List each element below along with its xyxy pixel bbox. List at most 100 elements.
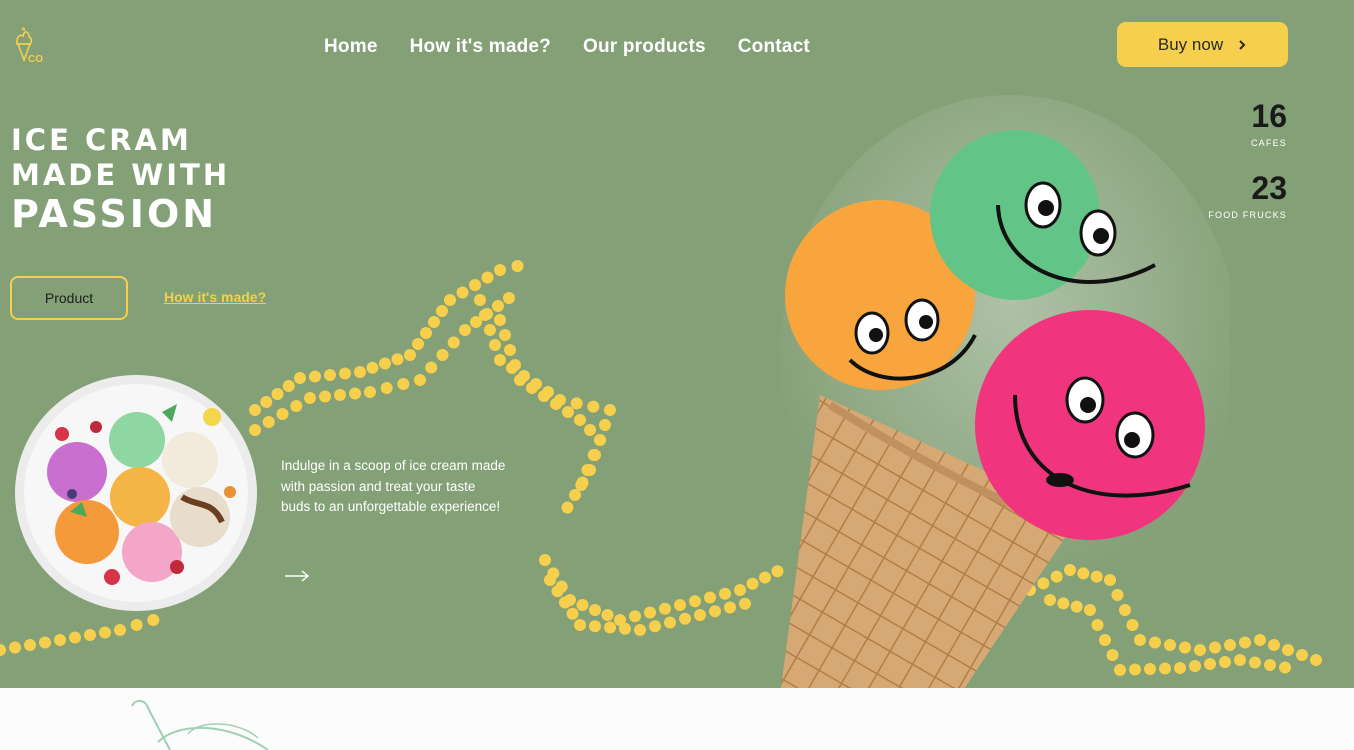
arrow-right-icon[interactable] (284, 569, 310, 583)
buy-now-label: Buy now (1157, 34, 1224, 54)
decor-dot (561, 501, 574, 514)
nav-our-products[interactable]: Our products (583, 36, 706, 58)
decor-dot (260, 396, 273, 408)
decor-dot (604, 621, 616, 634)
decor-dot (554, 394, 566, 406)
decor-dot (674, 599, 686, 611)
decor-dot (130, 619, 143, 631)
decor-dot (349, 387, 361, 400)
decor-dot (324, 369, 336, 381)
decor-dot (1296, 649, 1308, 661)
how-its-made-link[interactable]: How it's made? (164, 289, 266, 305)
decor-dot (587, 400, 600, 413)
decor-dot (649, 620, 661, 633)
decor-dot (420, 327, 432, 339)
decor-dot (412, 338, 424, 350)
decor-dot (550, 398, 562, 410)
decor-dot (282, 380, 295, 392)
decor-dot (575, 479, 588, 491)
decor-dot (339, 367, 351, 380)
nav-how-its-made[interactable]: How it's made? (410, 36, 551, 58)
decor-dot (664, 616, 676, 629)
decor-dot (494, 314, 506, 326)
decor-dot (428, 316, 440, 328)
decor-dot (644, 606, 656, 619)
decor-dot (739, 597, 751, 610)
decor-dot (704, 591, 716, 604)
decor-dot (9, 641, 21, 654)
decor-dot (581, 464, 594, 476)
decor-dot (589, 620, 601, 633)
decor-dot (414, 374, 426, 386)
decor-dot (562, 406, 574, 418)
decor-dot (587, 449, 600, 461)
decor-dot (481, 271, 494, 284)
decor-dot (84, 629, 96, 641)
decor-dot (354, 366, 366, 378)
chevron-right-icon (1239, 39, 1246, 50)
decor-dot (99, 626, 111, 639)
decor-dot (601, 609, 614, 621)
hero-description: Indulge in a scoop of ice cream made wit… (281, 458, 506, 514)
decor-dot (379, 357, 391, 370)
decor-dot (734, 584, 746, 596)
decor-dot (309, 370, 321, 383)
decor-dot (1310, 654, 1322, 666)
decor-dot (576, 476, 589, 489)
decor-dot (481, 308, 493, 320)
decor-dot (262, 416, 275, 428)
decor-dot (526, 382, 538, 394)
headline-line-2: MADE WITH (11, 158, 231, 192)
headline-line-3: PASSION (11, 192, 218, 236)
decor-dot (39, 636, 51, 649)
decor-dot (511, 260, 524, 272)
decor-dot (0, 644, 6, 656)
main-nav: Home How it's made? Our products Contact (324, 36, 810, 58)
decor-dot (629, 610, 641, 623)
decor-dot (494, 354, 506, 366)
decor-dot (530, 378, 542, 390)
decor-dot (290, 400, 303, 412)
product-button[interactable]: Product (10, 276, 128, 320)
stat-label: CAFES (1250, 138, 1287, 148)
decor-dot (69, 631, 81, 644)
decor-dot (544, 574, 556, 586)
decor-dot (1254, 634, 1266, 646)
decor-dot (380, 382, 393, 394)
decor-dot (584, 424, 596, 436)
decor-dot (294, 372, 306, 384)
nav-home[interactable]: Home (324, 36, 378, 58)
buy-now-button[interactable]: Buy now (1117, 22, 1288, 67)
headline-line-1: ICE CRAM (11, 123, 192, 157)
decor-dot (619, 622, 631, 635)
decor-dot (509, 359, 521, 371)
decor-dot (576, 599, 589, 611)
decor-dot (604, 404, 616, 416)
decor-dot (1239, 636, 1251, 649)
decor-dot (447, 336, 460, 349)
decor-dot (538, 390, 550, 402)
decor-dot (459, 324, 471, 336)
decor-dot (271, 388, 284, 400)
decor-dot (539, 554, 551, 566)
decor-dot (559, 596, 571, 609)
svg-text:CO: CO (28, 54, 43, 65)
decor-dot (479, 309, 491, 321)
next-section (0, 688, 1354, 750)
decor-dot (1268, 639, 1280, 651)
decor-dot (724, 601, 736, 614)
logo-icon[interactable]: CO (12, 26, 54, 66)
decor-dot (492, 300, 504, 312)
decor-dot (574, 414, 586, 426)
decor-dot (304, 392, 316, 404)
decor-dot (436, 349, 449, 361)
decor-dot (709, 605, 721, 618)
nav-contact[interactable]: Contact (738, 36, 810, 58)
decor-dot (547, 567, 560, 580)
decor-dot (694, 609, 706, 621)
decor-dot (366, 361, 379, 374)
decor-dot (599, 419, 611, 431)
hero-section: CO Home How it's made? Our products Cont… (0, 0, 1354, 688)
decor-dot (24, 639, 36, 651)
decor-dot (574, 619, 586, 631)
